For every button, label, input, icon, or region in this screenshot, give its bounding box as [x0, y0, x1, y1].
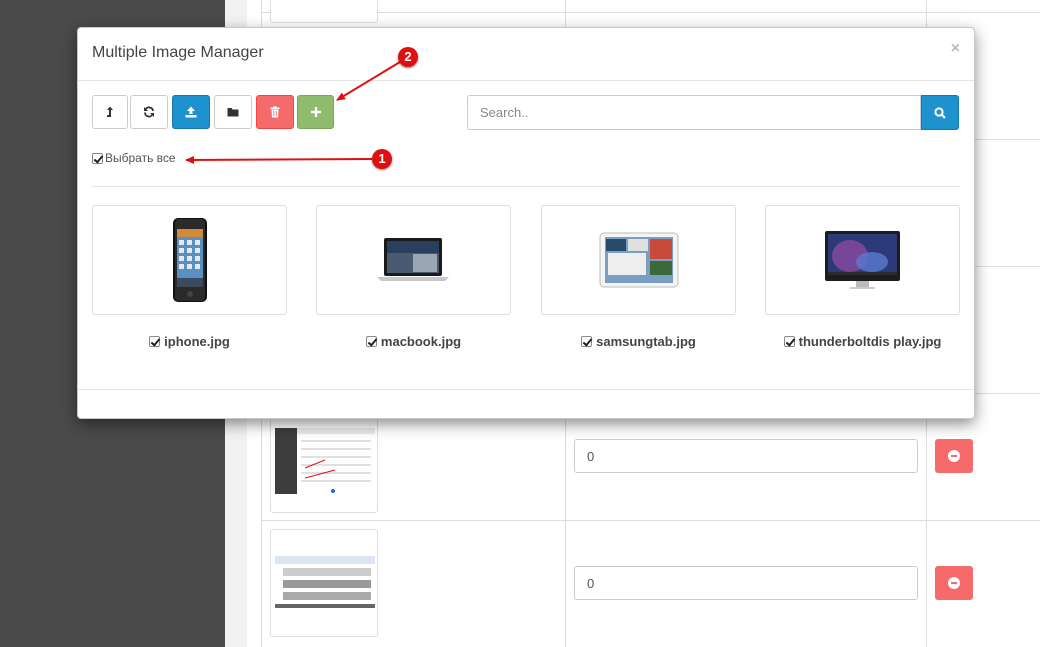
macbook-image — [377, 238, 449, 281]
level-up-icon — [107, 106, 113, 117]
image-name: iphone.jpg — [164, 334, 230, 349]
new-folder-button[interactable] — [214, 95, 252, 129]
image-thumbnail[interactable] — [270, 405, 378, 513]
modal-header: Multiple Image Manager × — [78, 28, 974, 81]
close-button[interactable]: × — [951, 40, 960, 58]
modal-title: Multiple Image Manager — [92, 44, 264, 61]
annotation-badge-1: 1 — [372, 149, 392, 169]
image-thumbnail[interactable] — [270, 529, 378, 637]
image-thumb-iphone[interactable] — [92, 205, 287, 315]
image-thumb-macbook[interactable] — [316, 205, 511, 315]
screenshot-preview — [275, 428, 375, 494]
annotation-badge-2: 2 — [398, 47, 418, 67]
sort-order-input[interactable] — [574, 566, 918, 600]
search-button[interactable] — [921, 95, 959, 130]
divider — [92, 186, 960, 187]
plus-icon — [310, 107, 321, 117]
modal-footer — [78, 389, 974, 390]
image-name: samsungtab.jpg — [596, 334, 696, 349]
image-checkbox[interactable] — [149, 336, 161, 347]
screenshot-preview — [275, 556, 375, 610]
image-checkbox[interactable] — [783, 336, 795, 347]
image-label-macbook[interactable]: macbook.jpg — [316, 334, 511, 349]
search-input[interactable] — [467, 95, 921, 130]
image-thumb-samsungtab[interactable] — [541, 205, 736, 315]
thunderbolt-display-image — [825, 231, 900, 289]
search-icon — [934, 106, 946, 119]
trash-icon — [270, 106, 280, 118]
image-name: thunderboltdis play.jpg — [798, 334, 942, 349]
image-label-samsungtab[interactable]: samsungtab.jpg — [541, 334, 736, 349]
folder-icon — [227, 108, 239, 117]
image-name: macbook.jpg — [380, 334, 462, 349]
image-thumb-thunderbolt[interactable] — [765, 205, 960, 315]
delete-button[interactable] — [256, 95, 294, 129]
minus-circle-icon — [948, 577, 960, 589]
image-label-thunderbolt[interactable]: thunderboltdis play.jpg — [765, 334, 960, 349]
samsungtab-image — [599, 232, 679, 288]
image-label-iphone[interactable]: iphone.jpg — [92, 334, 287, 349]
remove-image-button[interactable] — [935, 566, 973, 600]
image-manager-modal: Multiple Image Manager × Search.. Выбрат… — [77, 27, 975, 419]
select-all-checkbox[interactable] — [92, 152, 103, 164]
image-thumbnail[interactable] — [270, 0, 378, 23]
remove-image-button[interactable] — [935, 439, 973, 473]
iphone-image — [173, 218, 207, 302]
minus-circle-icon — [948, 450, 960, 462]
image-checkbox[interactable] — [581, 336, 593, 347]
add-images-button[interactable] — [297, 95, 334, 129]
refresh-icon — [144, 106, 154, 118]
sort-order-input[interactable] — [574, 439, 918, 473]
select-all[interactable]: Выбрать все — [92, 151, 176, 165]
upload-icon — [185, 106, 197, 118]
select-all-label[interactable]: Выбрать все — [105, 151, 176, 165]
upload-button[interactable] — [172, 95, 210, 129]
parent-folder-button[interactable] — [92, 95, 128, 129]
table-row-divider — [261, 520, 1040, 521]
image-checkbox[interactable] — [365, 336, 377, 347]
refresh-button[interactable] — [130, 95, 168, 129]
